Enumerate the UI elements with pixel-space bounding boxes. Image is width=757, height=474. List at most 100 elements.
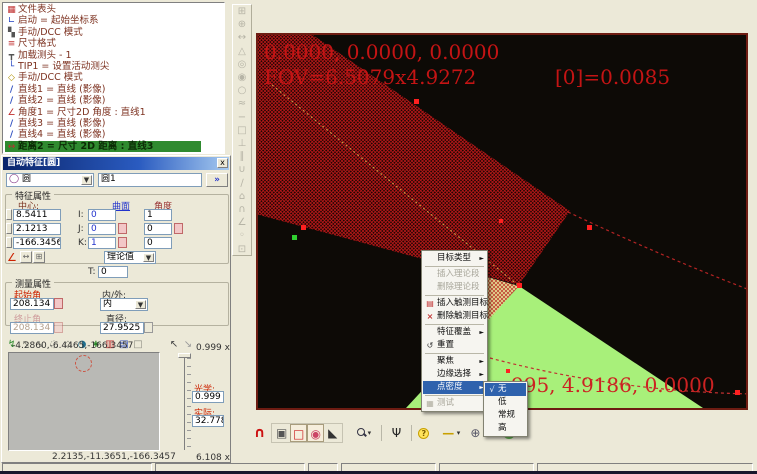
edge-select-icon[interactable]: □ — [290, 424, 307, 442]
chevron-down-icon[interactable]: ▼ — [81, 175, 92, 185]
position-readout: 0.0000, 0.0000, 0.0000 — [264, 40, 499, 64]
camera-icon[interactable]: ▣ — [273, 424, 290, 442]
hit-point-marker[interactable] — [301, 225, 306, 230]
end-angle-field[interactable]: 208.134 — [10, 322, 54, 334]
value-mode-combo[interactable]: 理论值 ▼ — [104, 251, 156, 264]
tree-item[interactable]: ∟启动 = 起始坐标系 — [5, 15, 224, 26]
j-angle-spinner[interactable] — [174, 223, 183, 234]
zoom-slider-thumb[interactable] — [178, 353, 191, 358]
tree-item[interactable]: ▚手动/DCC 模式 — [5, 27, 224, 38]
reset-icon: ↺ — [424, 339, 436, 352]
tree-item[interactable]: ◇手动/DCC 模式 — [5, 72, 224, 83]
t-label: T: — [88, 267, 96, 277]
center-y-field[interactable]: 2.1213 — [13, 223, 61, 235]
graphics-viewport[interactable]: 0.0000, 0.0000, 0.0000 FOV=6.5079x4.9272… — [256, 33, 748, 410]
axis-lock-button[interactable] — [6, 223, 12, 234]
tree-item[interactable]: ≡尺寸格式 — [5, 38, 224, 49]
start-point-marker[interactable] — [292, 235, 297, 240]
menu-item-insert-touch-target[interactable]: ▤插入触测目标 — [423, 297, 486, 310]
axis-lock-button[interactable] — [6, 209, 12, 220]
submenu-item-normal[interactable]: 常规 — [485, 409, 526, 422]
menu-item-delete-touch-target[interactable]: ×删除触测目标 — [423, 310, 486, 323]
help-bulb-icon[interactable]: ? — [418, 428, 429, 439]
menu-item-edge-select[interactable]: 边缘选择► — [423, 368, 486, 381]
hit-point-marker[interactable] — [587, 225, 592, 230]
expand-button[interactable]: » — [206, 173, 228, 187]
tree-item[interactable]: ▦文件表头 — [5, 4, 224, 15]
diameter-spinner[interactable] — [144, 322, 153, 333]
dialog-title: 自动特征[圆] — [3, 157, 229, 170]
command-tree[interactable]: ▦文件表头 ∟启动 = 起始坐标系 ▚手动/DCC 模式 ≡尺寸格式 ┳加载测头… — [2, 2, 225, 154]
tree-item-selected[interactable]: ↔距离2 = 尺寸 2D 距离 : 直线3 — [5, 141, 201, 152]
chevron-down-icon[interactable]: ▾ — [457, 429, 464, 437]
center-x-field[interactable]: 8.5411 — [13, 209, 61, 221]
cone-view-icon[interactable]: ◣ — [324, 424, 341, 442]
corner-select-icon[interactable]: ↖ — [167, 338, 181, 351]
menu-item-point-density[interactable]: 点密度► — [423, 381, 486, 394]
angle-tool-icon[interactable]: ∠ — [7, 251, 17, 264]
k-surface-field[interactable]: 1 — [88, 237, 116, 249]
menu-item-focus[interactable]: 聚焦► — [423, 355, 486, 368]
menu-item-delete-theoretical[interactable]: 删除理论段 — [423, 281, 486, 294]
camera-view[interactable] — [8, 352, 160, 451]
menu-item-reset[interactable]: ↺重置 — [423, 339, 486, 352]
menu-item-target-type[interactable]: 目标类型► — [423, 252, 486, 265]
menu-separator — [425, 295, 484, 296]
start-angle-spinner[interactable] — [54, 298, 63, 309]
actual-zoom-field[interactable]: 32.778 — [192, 415, 224, 427]
circle-target-icon[interactable]: ◉ — [307, 424, 324, 442]
chevron-down-icon[interactable]: ▼ — [135, 300, 146, 309]
tree-item[interactable]: /直线3 = 直线 (影像) — [5, 118, 224, 129]
submenu-item-low[interactable]: 低 — [485, 396, 526, 409]
dimension-toolbar[interactable]: ⊞⊕↔△◎◉○≈−□⊥∥∪∕⌂∩∠◦⊡ — [232, 4, 252, 256]
feature-type-combo[interactable]: ◯ 圆 ▼ — [6, 173, 94, 187]
hit-point-marker[interactable] — [414, 99, 419, 104]
t-field[interactable]: 0 — [98, 266, 128, 278]
grid-mode-button[interactable]: ⊞ — [33, 251, 45, 263]
inout-combo[interactable]: 内 ▼ — [100, 298, 148, 311]
i-angle-field[interactable]: 1 — [144, 209, 172, 221]
hit-point-marker[interactable] — [517, 283, 522, 288]
j-surface-spinner[interactable] — [118, 223, 127, 234]
tree-item[interactable]: ∠角度1 = 尺寸2D 角度 : 直线1 — [5, 107, 224, 118]
j-surface-field[interactable]: 0 — [88, 223, 116, 235]
zoom-magnifier-icon[interactable] — [356, 427, 368, 439]
start-angle-field[interactable]: 208.134 — [10, 298, 54, 310]
menu-item-feature-override[interactable]: 特征覆盖► — [423, 326, 486, 339]
tree-item[interactable]: /直线2 = 直线 (影像) — [5, 95, 224, 106]
chevron-down-icon[interactable]: ▼ — [143, 253, 154, 262]
hit-point-marker[interactable] — [499, 219, 503, 223]
i-surface-field[interactable]: 0 — [88, 209, 116, 221]
corner-deselect-icon[interactable]: ↘ — [181, 338, 195, 351]
center-z-field[interactable]: -166.3456 — [13, 237, 61, 249]
tree-item[interactable]: /直线1 = 直线 (影像) — [5, 84, 224, 95]
end-angle-spinner[interactable] — [54, 322, 63, 333]
distance-mode-button[interactable]: ↔ — [20, 251, 32, 263]
tree-item-label: 直线3 = 直线 (影像) — [18, 118, 105, 129]
hit-point-marker[interactable] — [735, 390, 740, 395]
diameter-field[interactable]: 27.9525 — [100, 322, 144, 334]
menu-item-test[interactable]: ▦测试 — [423, 397, 486, 410]
tree-item[interactable]: ┳加载测头 - 1 — [5, 50, 224, 61]
tree-item[interactable]: /直线4 = 直线 (影像) — [5, 129, 224, 140]
check-icon: √ — [486, 383, 498, 396]
optical-zoom-field[interactable]: 0.999 — [192, 391, 224, 403]
hit-point-marker[interactable] — [506, 369, 510, 373]
k-angle-field[interactable]: 0 — [144, 237, 172, 249]
line-tool-icon[interactable]: — — [440, 424, 457, 442]
globe-view-icon[interactable]: ⊕ — [467, 424, 484, 442]
feature-name-field[interactable]: 圆1 — [98, 173, 202, 187]
close-icon[interactable]: x — [217, 158, 228, 168]
probe-stand-icon[interactable]: Ψ — [388, 424, 405, 442]
tree-item[interactable]: └TIP1 = 设置活动测尖 — [5, 61, 224, 72]
chevron-down-icon[interactable]: ▾ — [368, 429, 375, 437]
menu-item-insert-theoretical[interactable]: 插入理论段 — [423, 268, 486, 281]
axis-lock-button[interactable] — [6, 237, 12, 248]
j-angle-field[interactable]: 0 — [144, 223, 172, 235]
zoom-slider-track[interactable] — [184, 356, 185, 450]
submenu-item-high[interactable]: 高 — [485, 422, 526, 435]
fov-readout: FOV=6.5079x4.9272 — [264, 65, 476, 89]
k-surface-spinner[interactable] — [118, 237, 127, 248]
submenu-item-none[interactable]: √无 — [485, 383, 526, 396]
magnet-snap-icon[interactable]: ∩ — [251, 424, 268, 442]
